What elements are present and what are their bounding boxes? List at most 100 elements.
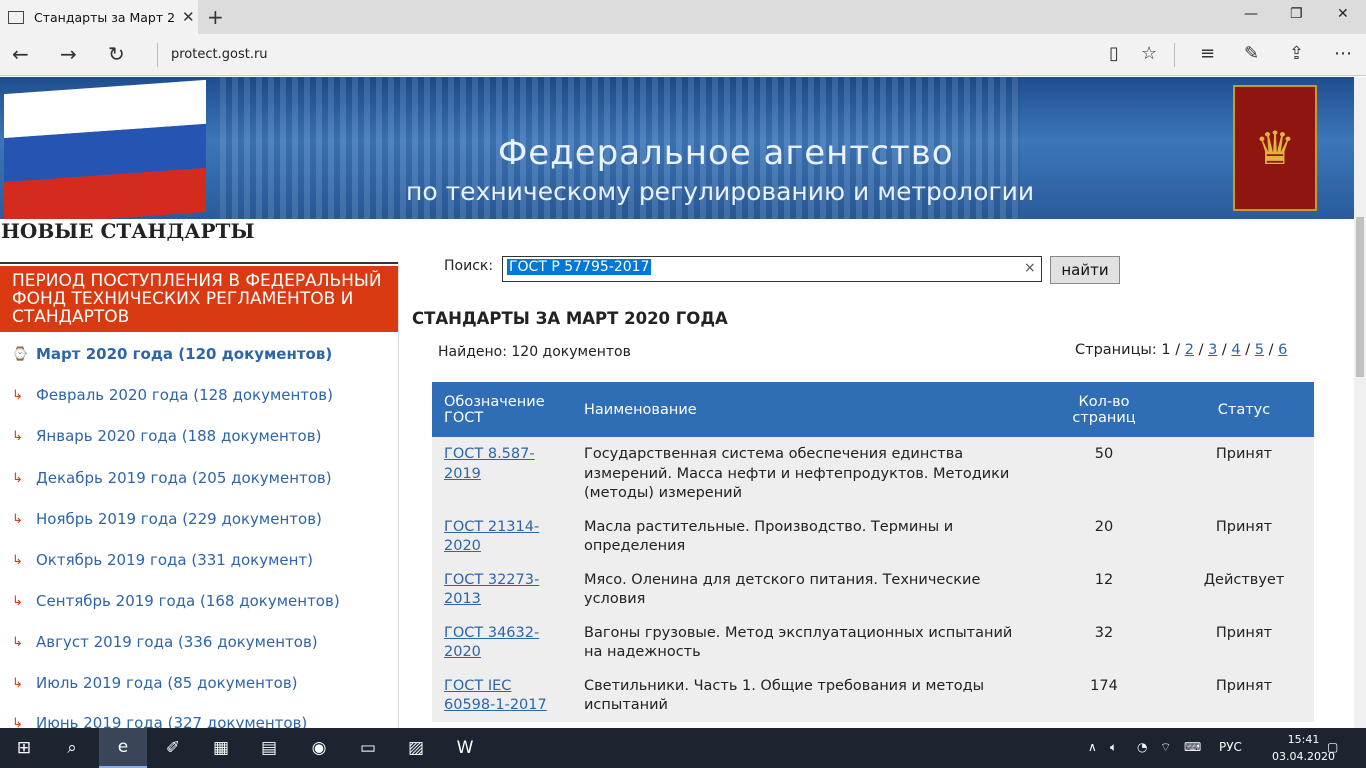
tab-title: Стандарты за Март 2020 (34, 9, 176, 25)
gost-name: Мясо. Оленина для детского питания. Техн… (572, 562, 1034, 616)
arrow-icon: ↳ (12, 634, 23, 650)
divider (1174, 43, 1175, 67)
language-indicator[interactable]: РУС (1219, 740, 1242, 754)
page-link[interactable]: 6 (1278, 342, 1287, 358)
sidebar-item-label[interactable]: Ноябрь 2019 года (229 документов) (36, 510, 322, 528)
notifications-icon[interactable]: ▢ (1327, 740, 1338, 754)
file-explorer-icon[interactable]: ▭ (344, 728, 392, 768)
new-tab-icon[interactable]: + (207, 5, 224, 29)
share-icon[interactable]: ⇪ (1289, 43, 1304, 64)
page-link[interactable]: 4 (1231, 342, 1240, 358)
web-note-icon[interactable]: ✎ (1244, 43, 1259, 64)
refresh-icon[interactable]: ↻ (108, 42, 125, 66)
gost-code-link[interactable]: ГОСТ 34632-2020 (444, 625, 539, 661)
page-count: 12 (1034, 562, 1174, 616)
sidebar-item-label[interactable]: Январь 2020 года (188 документов) (36, 427, 321, 445)
page-link[interactable]: 3 (1208, 342, 1217, 358)
search-button[interactable]: найти (1050, 256, 1120, 284)
calculator-icon[interactable]: ▤ (245, 728, 293, 768)
sidebar-item[interactable]: ⌚ Март 2020 года (120 документов) (12, 345, 332, 363)
section-title: НОВЫЕ СТАНДАРТЫ (1, 219, 255, 243)
edge-browser-icon[interactable]: e (99, 728, 147, 768)
control-panel-icon[interactable]: ▦ (197, 728, 245, 768)
sidebar-item-label[interactable]: Сентябрь 2019 года (168 документов) (36, 592, 340, 610)
windows-start-icon[interactable]: ⊞ (0, 728, 48, 768)
arrow-icon: ↳ (12, 593, 23, 609)
sidebar-item-label[interactable]: Декабрь 2019 года (205 документов) (36, 469, 332, 487)
sidebar-item-label[interactable]: Октябрь 2019 года (331 документ) (36, 551, 313, 569)
divider (157, 43, 158, 67)
sidebar-item[interactable]: ↳ Февраль 2020 года (128 документов) (12, 386, 333, 404)
clock-icon: ⌚ (12, 346, 29, 362)
clock[interactable]: 15:41 03.04.2020 (1272, 731, 1335, 765)
back-icon[interactable]: ← (12, 42, 29, 66)
sidebar-item-label[interactable]: Февраль 2020 года (128 документов) (36, 386, 333, 404)
search-input-value: ГОСТ Р 57795-2017 (507, 259, 652, 275)
hub-icon[interactable]: ≡ (1200, 43, 1215, 64)
restore-icon[interactable]: ❐ (1290, 6, 1303, 22)
sidebar-item-label[interactable]: Август 2019 года (336 документов) (36, 633, 318, 651)
gost-code-link[interactable]: ГОСТ 21314-2020 (444, 519, 539, 555)
volume-icon[interactable]: 🔈︎ (1110, 740, 1117, 755)
search-label: Поиск: (444, 258, 494, 274)
close-window-icon[interactable]: ✕ (1337, 6, 1349, 22)
sidebar-item[interactable]: ↳ Декабрь 2019 года (205 документов) (12, 469, 332, 487)
column-header: Кол-во страниц (1034, 382, 1174, 437)
sidebar-item-label[interactable]: Март 2020 года (120 документов) (36, 345, 332, 363)
pagination: Страницы: 1 / 2 / 3 / 4 / 5 / 6 (1075, 342, 1288, 358)
sidebar-item[interactable]: ↳ Ноябрь 2019 года (229 документов) (12, 510, 322, 528)
gost-code-link[interactable]: ГОСТ IEC 60598-1-2017 (444, 678, 547, 714)
clear-search-icon[interactable]: × (1024, 260, 1036, 276)
sidebar-item[interactable]: ↳ Октябрь 2019 года (331 документ) (12, 551, 313, 569)
page-count: 174 (1034, 668, 1174, 722)
gost-name: Вагоны грузовые. Метод эксплуатационных … (572, 615, 1034, 669)
current-page: 1 (1161, 342, 1171, 358)
wifi-icon[interactable]: ⌔ (1160, 740, 1171, 755)
page-link[interactable]: 5 (1255, 342, 1264, 358)
more-icon[interactable]: ⋯ (1334, 43, 1352, 64)
gost-code-link[interactable]: ГОСТ 8.587-2019 (444, 446, 535, 482)
status: Принят (1174, 509, 1314, 563)
page-count: 20 (1034, 509, 1174, 563)
column-header: Статус (1174, 382, 1314, 437)
page-link[interactable]: 2 (1185, 342, 1194, 358)
status: Принят (1174, 437, 1314, 510)
word-icon[interactable]: W (441, 728, 489, 768)
minimize-icon[interactable]: — (1244, 6, 1258, 22)
divider (0, 262, 398, 264)
close-tab-icon[interactable]: ✕ (182, 8, 195, 26)
date: 03.04.2020 (1272, 750, 1335, 763)
page-icon (8, 10, 24, 24)
sidebar-item[interactable]: ↳ Август 2019 года (336 документов) (12, 633, 318, 651)
divider (398, 262, 399, 728)
scroll-thumb[interactable] (1356, 217, 1364, 377)
arrow-icon: ↳ (12, 552, 23, 568)
url-field[interactable]: protect.gost.ru (171, 47, 268, 62)
sidebar-header: ПЕРИОД ПОСТУПЛЕНИЯ В ФЕДЕРАЛЬНЫЙ ФОНД ТЕ… (0, 266, 398, 332)
keyboard-icon[interactable]: ⌨ (1184, 740, 1201, 754)
arrow-icon: ↳ (12, 470, 23, 486)
table-row: ГОСТ 32273-2013 Мясо. Оленина для детско… (432, 562, 1314, 616)
forward-icon[interactable]: → (60, 42, 77, 66)
sidebar-item[interactable]: ↳ Январь 2020 года (188 документов) (12, 427, 321, 445)
firefox-icon[interactable]: ◉ (295, 728, 343, 768)
show-hidden-icons[interactable]: ∧ (1088, 740, 1097, 754)
coat-of-arms-icon: ♛ (1233, 85, 1317, 211)
gost-code-link[interactable]: ГОСТ 32273-2013 (444, 572, 539, 608)
photos-icon[interactable]: ▨ (392, 728, 440, 768)
network-icon[interactable]: ◔ (1137, 740, 1147, 754)
time: 15:41 (1287, 733, 1320, 746)
sidebar-item[interactable]: ↳ Июль 2019 года (85 документов) (12, 674, 298, 692)
sidebar-item[interactable]: ↳ Сентябрь 2019 года (168 документов) (12, 592, 340, 610)
paint-icon[interactable]: ✐ (149, 728, 197, 768)
search-input[interactable]: ГОСТ Р 57795-2017 (502, 256, 1042, 282)
sidebar-item-label[interactable]: Июль 2019 года (85 документов) (36, 674, 298, 692)
favorite-star-icon[interactable]: ☆ (1141, 43, 1157, 64)
arrow-icon: ↳ (12, 387, 23, 403)
browser-tab[interactable]: Стандарты за Март 2020 ✕ (0, 0, 198, 34)
search-icon[interactable]: ⌕ (48, 728, 96, 768)
page-scrollbar[interactable] (1354, 77, 1366, 728)
pagination-label: Страницы: (1075, 342, 1157, 358)
arrow-icon: ↳ (12, 675, 23, 691)
reading-view-icon[interactable]: ▯ (1109, 43, 1119, 64)
